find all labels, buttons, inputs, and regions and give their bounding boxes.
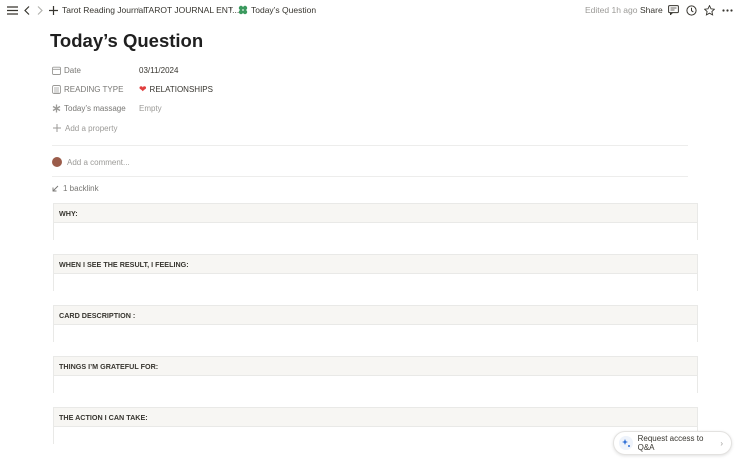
section-heading: WHEN I SEE THE RESULT, I FEELING: [54,255,697,274]
section-heading: THE ACTION I CAN TAKE: [54,408,697,427]
asterisk-icon [52,104,61,113]
forward-icon[interactable] [34,4,46,16]
list-icon [52,84,61,94]
comment-icon[interactable] [667,4,679,16]
property-date-value[interactable]: 03/11/2024 [139,63,178,77]
property-reading-type[interactable]: READING TYPE [52,82,123,96]
edited-timestamp: Edited 1h ago [585,5,638,15]
section-table[interactable]: WHY: [53,203,698,240]
section-heading: WHY: [54,204,697,223]
section-body-cell[interactable] [54,376,697,393]
clover-icon [237,4,249,16]
qa-button-label: Request access to Q&A [637,434,704,452]
property-reading-type-value[interactable]: ❤ RELATIONSHIPS [139,82,213,96]
favorite-star-icon[interactable] [703,4,715,16]
section-body-cell[interactable] [54,274,697,291]
page-title[interactable]: Today’s Question [50,30,203,52]
chevron-right-icon: › [720,438,723,448]
divider [52,145,688,146]
updates-clock-icon[interactable] [685,4,697,16]
breadcrumb-current-page[interactable]: Today’s Question [251,5,316,15]
breadcrumb-journal[interactable]: Tarot Reading Journal [62,5,145,15]
top-bar: Tarot Reading Journal / TAROT JOURNAL EN… [0,0,740,20]
property-label: Today’s massage [64,103,126,113]
plus-icon [52,124,61,133]
sparkle-icon [619,436,633,450]
section-table[interactable]: THINGS I’M GRATEFUL FOR: [53,356,698,393]
back-icon[interactable] [21,4,33,16]
menu-icon[interactable] [6,4,18,16]
reading-type-tag: RELATIONSHIPS [149,84,213,94]
backlink-button[interactable]: 1 backlink [52,182,99,194]
share-button[interactable]: Share [640,5,663,15]
new-page-icon[interactable] [47,4,59,16]
comment-placeholder: Add a comment... [67,157,130,167]
divider [52,176,688,177]
section-body-cell[interactable] [54,223,697,240]
request-qa-access-button[interactable]: Request access to Q&A › [613,431,732,455]
avatar [52,157,62,167]
more-options-icon[interactable] [721,4,733,16]
heart-icon: ❤ [139,83,147,94]
property-label: READING TYPE [64,84,124,94]
add-property-button[interactable]: Add a property [52,121,117,135]
property-todays-massage-value[interactable]: Empty [139,101,162,115]
breadcrumb-separator: / [137,5,140,15]
breadcrumb-separator: / [230,5,233,15]
comment-input[interactable]: Add a comment... [52,155,130,169]
section-heading: CARD DESCRIPTION : [54,306,697,325]
section-body-cell[interactable] [54,427,697,444]
section-table[interactable]: CARD DESCRIPTION : [53,305,698,342]
section-table[interactable]: WHEN I SEE THE RESULT, I FEELING: [53,254,698,291]
backlink-label: 1 backlink [63,183,99,193]
property-todays-massage[interactable]: Today’s massage [52,101,126,115]
property-label: Date [64,65,81,75]
section-heading: THINGS I’M GRATEFUL FOR: [54,357,697,376]
section-table[interactable]: THE ACTION I CAN TAKE: [53,407,698,444]
backlink-arrow-icon [52,185,59,192]
property-date[interactable]: Date [52,63,81,77]
add-property-label: Add a property [65,123,118,133]
breadcrumb-entries[interactable]: TAROT JOURNAL ENT... [144,5,239,15]
section-body-cell[interactable] [54,325,697,342]
calendar-icon [52,66,61,75]
